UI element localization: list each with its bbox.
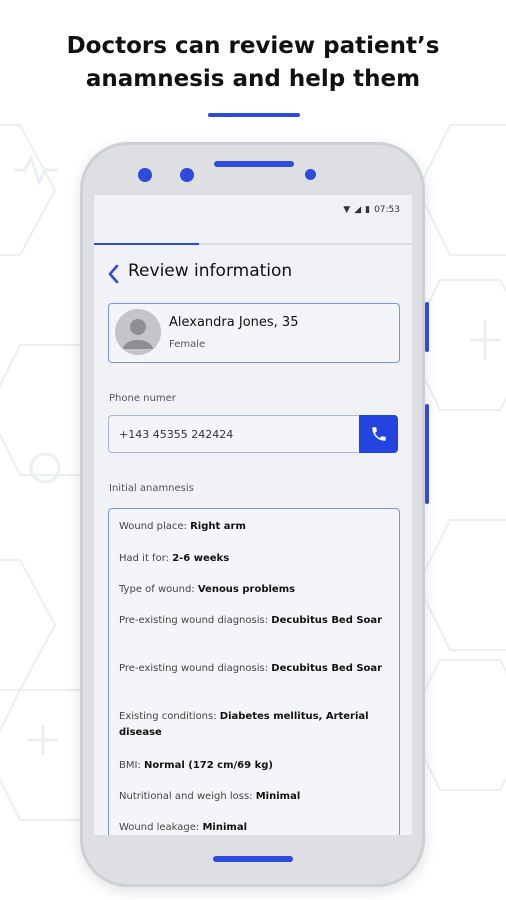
battery-icon: ▮ (365, 205, 371, 215)
phone-mockup: ▼ ◢ ▮ 07:53 Review information Alexandra… (80, 142, 429, 887)
volume-button (425, 302, 429, 352)
anamnesis-item: Had it for: 2-6 weeks (119, 553, 230, 564)
anamnesis-item: Type of wound: Venous problems (119, 584, 296, 595)
wifi-icon: ▼ (343, 205, 351, 215)
status-time: 07:53 (374, 205, 400, 215)
power-button (425, 404, 429, 504)
anamnesis-item: Wound place: Right arm (119, 521, 246, 532)
headline-line-1: Doctors can review patient’s (66, 33, 440, 59)
anamnesis-item: Existing conditions: Diabetes mellitus, … (119, 711, 369, 738)
headline: Doctors can review patient’s anamnesis a… (0, 30, 506, 96)
signal-icon: ◢ (354, 205, 362, 215)
app-screen: ▼ ◢ ▮ 07:53 Review information Alexandra… (94, 195, 412, 835)
headline-line-2: anamnesis and help them (85, 66, 421, 92)
anamnesis-item: Pre-existing wound diagnosis: Decubitus … (119, 615, 383, 626)
front-camera-dot (138, 168, 152, 182)
headline-underline (208, 113, 300, 117)
page-title: Review information (128, 261, 293, 281)
phone-icon (371, 427, 386, 441)
sensor-dot (180, 168, 194, 182)
call-button[interactable] (359, 415, 398, 453)
step-progress-fill (94, 243, 199, 245)
anamnesis-panel: Wound place: Right arm Had it for: 2-6 w… (108, 508, 400, 835)
proximity-sensor-dot (305, 169, 316, 180)
anamnesis-label: Initial anamnesis (109, 483, 194, 494)
status-bar: ▼ ◢ ▮ 07:53 (343, 205, 400, 215)
earpiece-speaker (214, 161, 294, 167)
chevron-left-icon[interactable] (106, 262, 120, 286)
anamnesis-item: Pre-existing wound diagnosis: Decubitus … (119, 663, 383, 674)
phone-number-field[interactable]: +143 45355 242424 (108, 415, 358, 453)
step-progress-bar (94, 243, 412, 245)
anamnesis-item: BMI: Normal (172 cm/69 kg) (119, 760, 273, 771)
patient-card[interactable]: Alexandra Jones, 35 Female (108, 303, 400, 363)
user-avatar-icon (115, 309, 161, 355)
anamnesis-item: Wound leakage: Minimal (119, 822, 248, 833)
anamnesis-item: Nutritional and weigh loss: Minimal (119, 791, 301, 802)
patient-name: Alexandra Jones, 35 (169, 315, 299, 330)
patient-gender: Female (169, 339, 206, 350)
home-indicator (213, 856, 293, 862)
phone-label: Phone numer (109, 393, 176, 404)
